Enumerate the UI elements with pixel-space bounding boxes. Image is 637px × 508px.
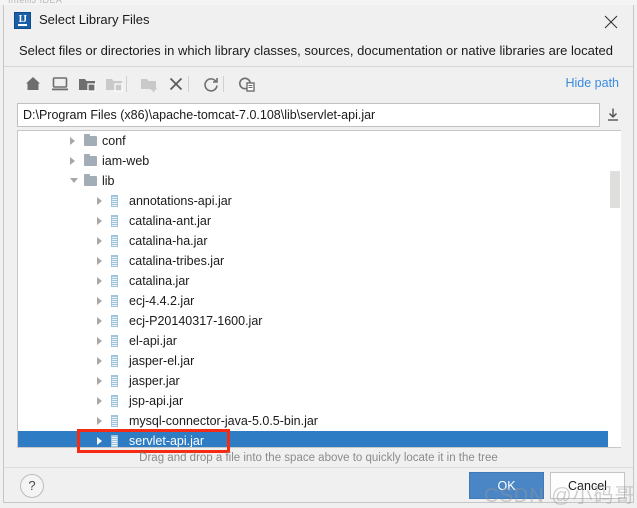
tree-row[interactable]: lib: [18, 171, 621, 191]
tree-row[interactable]: annotations-api.jar: [18, 191, 621, 211]
jar-icon: [111, 275, 118, 287]
folder-icon: [84, 134, 97, 146]
chevron-right-icon[interactable]: [97, 277, 102, 285]
tree-row-label: lib: [102, 174, 115, 188]
tree-row-label: jsp-api.jar: [129, 394, 184, 408]
tree-row-label: el-api.jar: [129, 334, 177, 348]
chevron-right-icon[interactable]: [97, 217, 102, 225]
delete-icon[interactable]: [163, 71, 189, 97]
tree-row[interactable]: jasper.jar: [18, 371, 621, 391]
chevron-right-icon[interactable]: [97, 437, 102, 445]
tree-row-label: jasper.jar: [129, 374, 180, 388]
tree-row[interactable]: jasper-el.jar: [18, 351, 621, 371]
chevron-right-icon[interactable]: [97, 197, 102, 205]
select-library-files-dialog: IntelliJ IDEA IJ Select Library Files Se…: [0, 0, 637, 508]
file-chooser-toolbar: Hide path: [4, 67, 633, 101]
home-icon[interactable]: [20, 71, 46, 97]
tree-row-label: ecj-4.4.2.jar: [129, 294, 195, 308]
footer-divider: [4, 467, 633, 468]
tree-row[interactable]: iam-web: [18, 151, 621, 171]
tree-row-label: conf: [102, 134, 126, 148]
tree-row-label: catalina-ant.jar: [129, 214, 211, 228]
chevron-right-icon[interactable]: [97, 337, 102, 345]
jar-icon: [111, 235, 118, 247]
tree-row[interactable]: catalina-ant.jar: [18, 211, 621, 231]
folder-icon: [84, 154, 97, 166]
chevron-down-icon[interactable]: [70, 178, 78, 183]
jar-icon: [111, 215, 118, 227]
chevron-right-icon[interactable]: [70, 137, 75, 145]
dialog-titlebar: IJ Select Library Files: [4, 5, 633, 36]
tree-row-label: catalina-ha.jar: [129, 234, 208, 248]
drag-drop-hint: Drag and drop a file into the space abov…: [139, 452, 498, 464]
tree-scrollbar-track[interactable]: [608, 131, 621, 447]
tree-row-selected[interactable]: servlet-api.jar: [18, 431, 621, 448]
chevron-right-icon[interactable]: [70, 157, 75, 165]
refresh-icon[interactable]: [198, 71, 224, 97]
module-folder-icon[interactable]: [101, 71, 127, 97]
tree-row[interactable]: catalina.jar: [18, 271, 621, 291]
tree-row[interactable]: el-api.jar: [18, 331, 621, 351]
tree-row[interactable]: ecj-P20140317-1600.jar: [18, 311, 621, 331]
file-tree: conf iam-web lib annotations-api.jar catalin…: [18, 131, 621, 448]
tree-row-label: catalina-tribes.jar: [129, 254, 225, 268]
chevron-right-icon[interactable]: [97, 317, 102, 325]
chevron-right-icon[interactable]: [97, 377, 102, 385]
path-row: D:\Program Files (x86)\apache-tomcat-7.0…: [4, 101, 633, 131]
jar-icon: [111, 395, 118, 407]
download-icon[interactable]: [605, 107, 621, 123]
jar-icon: [111, 415, 118, 427]
file-tree-panel[interactable]: conf iam-web lib annotations-api.jar catalin…: [17, 130, 621, 448]
dialog-subtitle: Select files or directories in which lib…: [19, 43, 613, 58]
tree-row-label: catalina.jar: [129, 274, 190, 288]
chevron-right-icon[interactable]: [97, 257, 102, 265]
tree-row[interactable]: catalina-ha.jar: [18, 231, 621, 251]
project-folder-icon[interactable]: [74, 71, 100, 97]
tree-row-label: mysql-connector-java-5.0.5-bin.jar: [129, 414, 318, 428]
tree-row[interactable]: catalina-tribes.jar: [18, 251, 621, 271]
show-hidden-icon[interactable]: [233, 71, 259, 97]
dialog-frame: IJ Select Library Files Select files or …: [3, 5, 637, 507]
jar-icon: [111, 335, 118, 347]
tree-row[interactable]: ecj-4.4.2.jar: [18, 291, 621, 311]
tree-row-label: annotations-api.jar: [129, 194, 232, 208]
chevron-right-icon[interactable]: [97, 397, 102, 405]
chevron-right-icon[interactable]: [97, 297, 102, 305]
new-folder-icon[interactable]: [136, 71, 162, 97]
jar-icon: [111, 195, 118, 207]
toolbar-separator: [126, 76, 127, 92]
ok-button[interactable]: OK: [469, 472, 544, 499]
close-icon[interactable]: [589, 5, 633, 36]
chevron-right-icon[interactable]: [97, 417, 102, 425]
folder-icon: [84, 174, 97, 186]
tree-row-label: servlet-api.jar: [129, 434, 205, 448]
chevron-right-icon[interactable]: [97, 237, 102, 245]
tree-row-label: ecj-P20140317-1600.jar: [129, 314, 263, 328]
cancel-button[interactable]: Cancel: [550, 472, 625, 499]
jar-icon: [111, 435, 118, 447]
desktop-icon[interactable]: [47, 71, 73, 97]
tree-row-label: iam-web: [102, 154, 150, 168]
jar-icon: [111, 375, 118, 387]
jar-icon: [111, 355, 118, 367]
help-label: ?: [28, 478, 36, 493]
help-button[interactable]: ?: [20, 474, 44, 498]
toolbar-separator: [223, 76, 224, 92]
toolbar-separator: [188, 76, 189, 92]
jar-icon: [111, 315, 118, 327]
tree-row[interactable]: jsp-api.jar: [18, 391, 621, 411]
intellij-idea-logo-icon: IJ: [14, 12, 31, 29]
tree-row[interactable]: conf: [18, 131, 621, 151]
chevron-right-icon[interactable]: [97, 357, 102, 365]
tree-scrollbar-thumb[interactable]: [610, 171, 620, 208]
tree-row-label: jasper-el.jar: [129, 354, 195, 368]
dialog-title: Select Library Files: [39, 12, 150, 27]
jar-icon: [111, 255, 118, 267]
hide-path-link[interactable]: Hide path: [565, 76, 619, 90]
path-input[interactable]: D:\Program Files (x86)\apache-tomcat-7.0…: [17, 103, 600, 127]
tree-row[interactable]: mysql-connector-java-5.0.5-bin.jar: [18, 411, 621, 431]
jar-icon: [111, 295, 118, 307]
